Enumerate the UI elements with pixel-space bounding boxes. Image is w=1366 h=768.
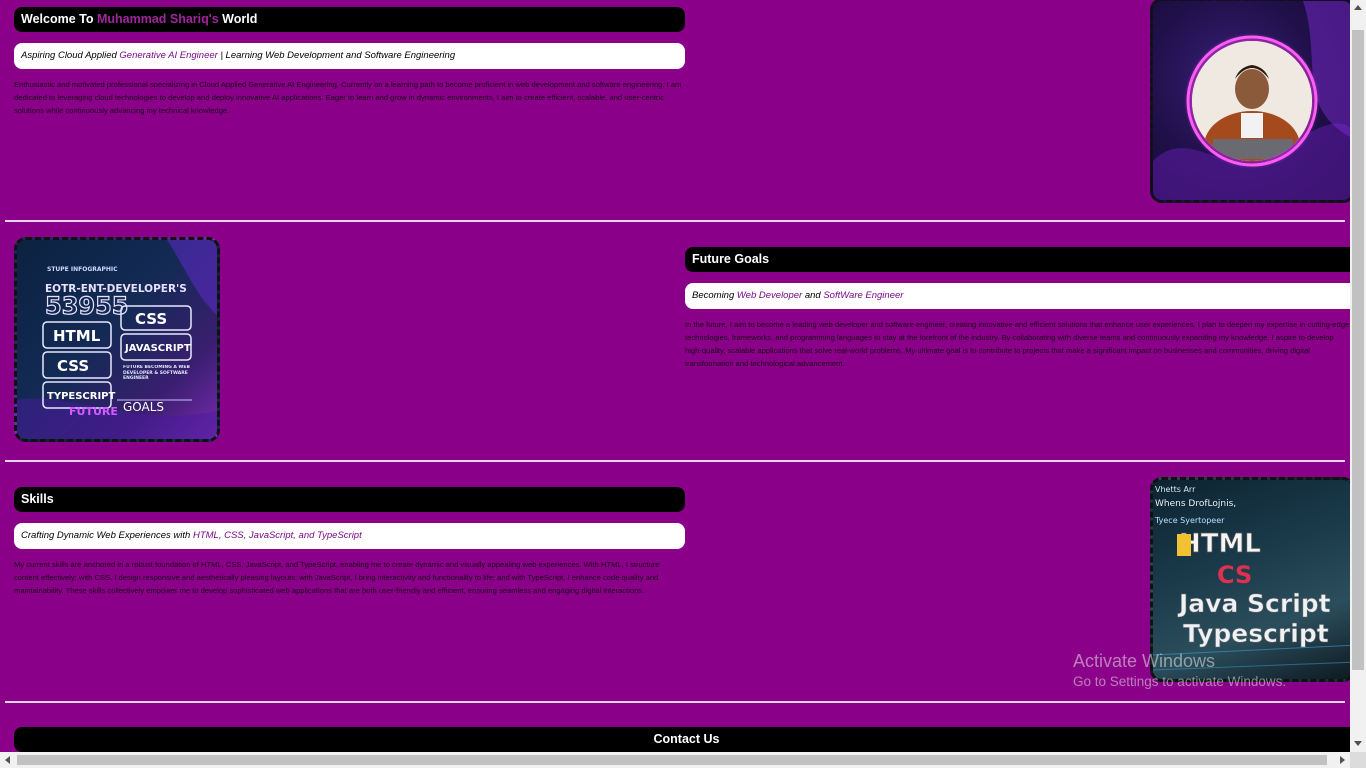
contact-title: Contact Us [14, 727, 1350, 752]
skills-art-typescript: Typescript [1183, 619, 1329, 648]
vertical-scrollbar[interactable] [1350, 0, 1366, 752]
tag-html: HTML [53, 327, 101, 345]
goals-subtitle-software-engineer: SoftWare Engineer [823, 290, 904, 301]
horizontal-scrollbar[interactable] [0, 752, 1350, 768]
skills-subtitle-highlight: HTML, CSS, JavaScript, and TypeScript [192, 530, 362, 541]
tag-javascript: JAVASCRIPT [124, 343, 191, 354]
infographic-number: 53955 [45, 292, 129, 320]
hero-subtitle-prefix: Aspiring Cloud Applied [21, 50, 120, 61]
watermark-line-1: Activate Windows [1073, 651, 1216, 671]
skills-art-javascript: Java Script [1177, 589, 1331, 618]
profile-image-frame [1150, 0, 1350, 203]
infographic-note: FUTURE BECOMING A WEB DEVELOPER & SOFTWA… [123, 365, 190, 381]
vertical-scroll-thumb[interactable] [1352, 30, 1364, 670]
skills-subtitle: Crafting Dynamic Web Experiences with HT… [14, 523, 685, 549]
hero-paragraph: Enthusiastic and motivated professional … [14, 80, 682, 115]
tag-css: CSS [57, 357, 89, 375]
skills-title: Skills [14, 487, 685, 512]
tag-css-2: CSS [135, 310, 167, 328]
hero-subtitle-suffix: | Learning Web Development and Software … [217, 50, 456, 61]
tag-typescript: TYPESCRIPT [47, 391, 116, 402]
watermark-line-2: Go to Settings to activate Windows. [1073, 674, 1287, 689]
future-goals-title: Future Goals [685, 247, 1350, 272]
scroll-down-arrow-icon[interactable] [1354, 741, 1362, 746]
scroll-right-arrow-icon[interactable] [1340, 756, 1345, 764]
skills-subtitle-prefix: Crafting Dynamic Web Experiences with [21, 530, 193, 541]
infographic-goals: GOALS [123, 400, 164, 414]
scroll-up-arrow-icon[interactable] [1354, 5, 1362, 10]
divider-2 [5, 460, 1345, 462]
skills-art-html: HTML [1179, 529, 1261, 559]
skills-art-text-2: Whens DrofLojnis, [1155, 499, 1236, 509]
goals-subtitle-and: and [802, 290, 824, 301]
future-goals-subtitle: Becoming Web Developer and SoftWare Engi… [685, 283, 1350, 309]
divider-3 [5, 701, 1345, 703]
hero-title: Welcome To Muhammad Shariq's World [14, 7, 685, 32]
scrollbar-corner [1350, 752, 1366, 768]
horizontal-scroll-thumb[interactable] [17, 755, 1327, 765]
infographic-label: STUPE INFOGRAPHIC [47, 266, 118, 273]
scroll-left-arrow-icon[interactable] [5, 756, 10, 764]
divider-1 [5, 220, 1345, 222]
goals-subtitle-prefix: Becoming [692, 290, 737, 301]
page-viewport: Welcome To Muhammad Shariq's World Aspir… [0, 0, 1350, 752]
windows-activation-watermark: Activate Windows Go to Settings to activ… [1073, 651, 1286, 689]
skills-art-text-3: Tyece Syertopeer [1154, 516, 1225, 525]
future-goals-paragraph: In the future, I aim to become a leading… [685, 320, 1350, 368]
profile-avatar [1153, 1, 1350, 200]
skills-paragraph: My current skills are anchored in a robu… [14, 560, 660, 595]
skills-art-css: CS [1217, 561, 1252, 589]
skills-art-text-1: Vhetts Arr [1155, 485, 1196, 494]
goals-subtitle-web-developer: Web Developer [736, 290, 803, 301]
hero-title-prefix: Welcome To [21, 12, 97, 26]
future-goals-infographic: STUPE INFOGRAPHIC EOTR-ENT-DEVELOPER'S 5… [17, 240, 217, 439]
hero-subtitle: Aspiring Cloud Applied Generative AI Eng… [14, 43, 685, 69]
hero-title-suffix: World [218, 12, 258, 26]
hero-title-name: Muhammad Shariq's [96, 12, 219, 26]
future-goals-image: STUPE INFOGRAPHIC EOTR-ENT-DEVELOPER'S 5… [14, 237, 220, 442]
hero-subtitle-highlight: Generative AI Engineer [119, 50, 218, 61]
infographic-future: FUTURE [69, 405, 118, 418]
